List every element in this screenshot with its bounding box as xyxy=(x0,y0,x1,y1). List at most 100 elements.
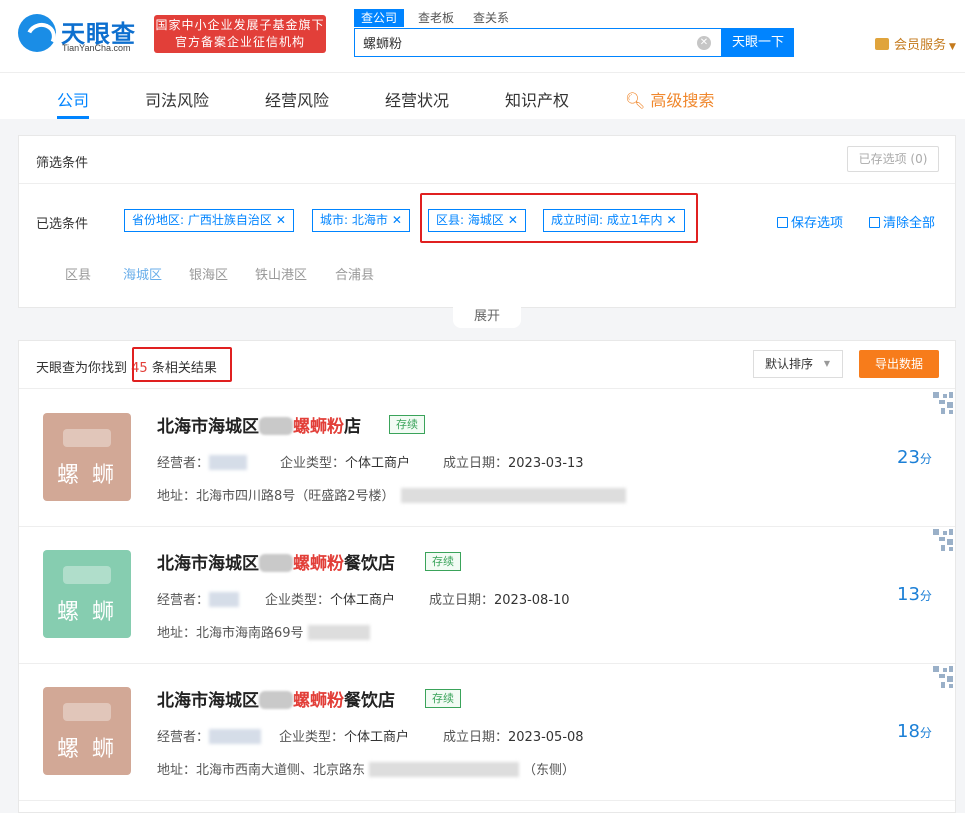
masked-operator xyxy=(209,729,262,744)
sort-dropdown[interactable]: 默认排序 ▼ xyxy=(753,350,843,378)
vip-service-menu[interactable]: 会员服务 ▼ xyxy=(875,34,956,53)
name-suffix: 店 xyxy=(344,417,361,437)
type-label: 企业类型： xyxy=(279,730,345,745)
result-row[interactable]: 螺 蛳 北海市海城区 螺蛳粉餐饮店 存续 经营者： 企业类型：个体工商户 成立日期… xyxy=(19,664,955,801)
company-type-field: 企业类型：个体工商户 xyxy=(279,726,409,745)
qr-code-icon[interactable] xyxy=(929,664,955,690)
district-label: 区县 xyxy=(65,268,92,283)
status-badge: 存续 xyxy=(425,552,461,571)
tab-search-company[interactable]: 查公司 xyxy=(354,9,405,27)
company-name-link[interactable]: 北海市海城区 螺蛳粉餐饮店 xyxy=(157,549,395,574)
address-field: 地址：北海市西南大道侧、北京路东 （东侧） xyxy=(157,759,575,778)
name-highlight: 螺蛳粉 xyxy=(293,691,344,711)
score-value: 13 xyxy=(897,584,920,605)
chip-city[interactable]: 城市: 北海市 ✕ xyxy=(312,209,410,232)
search-button[interactable]: 天眼一下 xyxy=(722,28,794,57)
nav-advanced-search[interactable]: 🔍︎ 高级搜索 xyxy=(625,87,714,111)
clear-search-icon[interactable]: ✕ xyxy=(697,36,711,50)
count-annotation-box xyxy=(132,347,232,382)
score: 18分 xyxy=(897,721,932,742)
avatar-text: 螺 蛳 xyxy=(57,463,117,488)
address-tail: （东侧） xyxy=(523,763,576,778)
score-unit: 分 xyxy=(919,726,932,740)
search-input[interactable] xyxy=(363,35,683,50)
chip-label: 城市: 北海市 xyxy=(320,213,388,227)
nav-judicial-risk[interactable]: 司法风险 xyxy=(145,87,209,111)
tab-search-boss[interactable]: 查老板 xyxy=(418,9,454,27)
vip-label: 会员服务 xyxy=(894,38,947,53)
top-header: 天眼查 TianYanCha.com 国家中小企业发展子基金旗下 官方备案企业征… xyxy=(0,0,965,72)
tianyancha-logo[interactable]: 天眼查 TianYanCha.com xyxy=(18,14,146,54)
results-panel: 天眼查为你找到 45 条相关结果 默认排序 ▼ 导出数据 螺 蛳 北海市海城区 螺蛳… xyxy=(18,340,956,813)
nav-business-risk[interactable]: 经营风险 xyxy=(265,87,329,111)
address-label: 地址： xyxy=(157,763,197,778)
district-tieshangang[interactable]: 铁山港区 xyxy=(255,264,307,283)
badge-line-1: 国家中小企业发展子基金旗下 xyxy=(155,18,325,32)
masked-text xyxy=(259,554,293,572)
masked-address xyxy=(400,488,626,503)
company-type-field: 企业类型：个体工商户 xyxy=(265,589,395,608)
result-row[interactable]: 螺 蛳 北海市海城区 螺蛳粉餐饮店 存续 经营者： 企业类型：个体工商户 成立日期… xyxy=(19,527,955,664)
address-label: 地址： xyxy=(157,489,197,504)
company-name-link[interactable]: 北海市海城区 螺蛳粉店 xyxy=(157,412,361,437)
main-nav: 公司 司法风险 经营风险 经营状况 知识产权 🔍︎ 高级搜索 xyxy=(0,72,965,119)
qr-code-icon[interactable] xyxy=(929,527,955,553)
date-label: 成立日期： xyxy=(443,730,509,745)
nav-business-status[interactable]: 经营状况 xyxy=(385,87,449,111)
type-value: 个体工商户 xyxy=(344,730,410,745)
operator-field: 经营者： xyxy=(157,589,240,608)
chip-label: 省份地区: 广西壮族自治区 xyxy=(132,213,272,227)
saved-options-button[interactable]: 已存选项 (0) xyxy=(847,146,939,172)
date-value: 2023-03-13 xyxy=(508,456,584,471)
nav-ip[interactable]: 知识产权 xyxy=(505,87,569,111)
name-prefix: 北海市海城区 xyxy=(157,691,259,711)
name-prefix: 北海市海城区 xyxy=(157,417,259,437)
name-prefix: 北海市海城区 xyxy=(157,554,259,574)
date-value: 2023-05-08 xyxy=(508,730,584,745)
highlight-annotation-box xyxy=(420,193,698,243)
district-yinhai[interactable]: 银海区 xyxy=(189,264,228,283)
close-icon[interactable]: ✕ xyxy=(276,213,286,227)
company-avatar[interactable]: 螺 蛳 xyxy=(43,550,131,638)
company-name-link[interactable]: 北海市海城区 螺蛳粉餐饮店 xyxy=(157,686,395,711)
address-value: 北海市四川路8号（旺盛路2号楼） xyxy=(196,489,395,504)
selected-conditions-label: 已选条件 xyxy=(36,217,89,232)
clear-all-button[interactable]: 清除全部 xyxy=(869,212,935,231)
name-suffix: 餐饮店 xyxy=(344,691,395,711)
score-unit: 分 xyxy=(919,452,932,466)
close-icon[interactable]: ✕ xyxy=(392,213,402,227)
active-tab-underline xyxy=(57,116,89,119)
expand-filter-button[interactable]: 展开 xyxy=(453,300,521,328)
nav-company[interactable]: 公司 xyxy=(57,87,89,111)
district-hepu[interactable]: 合浦县 xyxy=(335,264,374,283)
clear-all-label: 清除全部 xyxy=(883,216,936,231)
operator-label: 经营者： xyxy=(157,593,210,608)
address-field: 地址：北海市海南路69号 xyxy=(157,622,370,641)
founded-date-field: 成立日期：2023-05-08 xyxy=(443,726,584,745)
qr-code-icon[interactable] xyxy=(929,390,955,416)
export-data-button[interactable]: 导出数据 xyxy=(859,350,939,378)
address-value: 北海市西南大道侧、北京路东 xyxy=(196,763,366,778)
save-icon xyxy=(777,217,788,228)
masked-text xyxy=(259,691,293,709)
type-value: 个体工商户 xyxy=(345,456,411,471)
company-avatar[interactable]: 螺 蛳 xyxy=(43,687,131,775)
chip-province[interactable]: 省份地区: 广西壮族自治区 ✕ xyxy=(124,209,294,232)
save-option-label: 保存选项 xyxy=(791,216,844,231)
avatar-blur xyxy=(63,703,111,721)
address-field: 地址：北海市四川路8号（旺盛路2号楼） xyxy=(157,485,626,504)
save-option-button[interactable]: 保存选项 xyxy=(777,212,843,231)
score: 23分 xyxy=(897,447,932,468)
company-avatar[interactable]: 螺 蛳 xyxy=(43,413,131,501)
sort-label: 默认排序 xyxy=(765,357,814,371)
district-haicheng[interactable]: 海城区 xyxy=(123,264,162,283)
result-row[interactable]: 螺 蛳 北海市海城区 螺蛳粉店 存续 经营者： 企业类型：个体工商户 成立日期：2… xyxy=(19,390,955,527)
operator-field: 经营者： xyxy=(157,726,262,745)
divider xyxy=(19,183,955,184)
type-label: 企业类型： xyxy=(280,456,346,471)
masked-address xyxy=(369,762,520,777)
tab-search-relation[interactable]: 查关系 xyxy=(473,9,509,27)
address-label: 地址： xyxy=(157,626,197,641)
masked-address xyxy=(307,625,370,640)
date-label: 成立日期： xyxy=(443,456,509,471)
